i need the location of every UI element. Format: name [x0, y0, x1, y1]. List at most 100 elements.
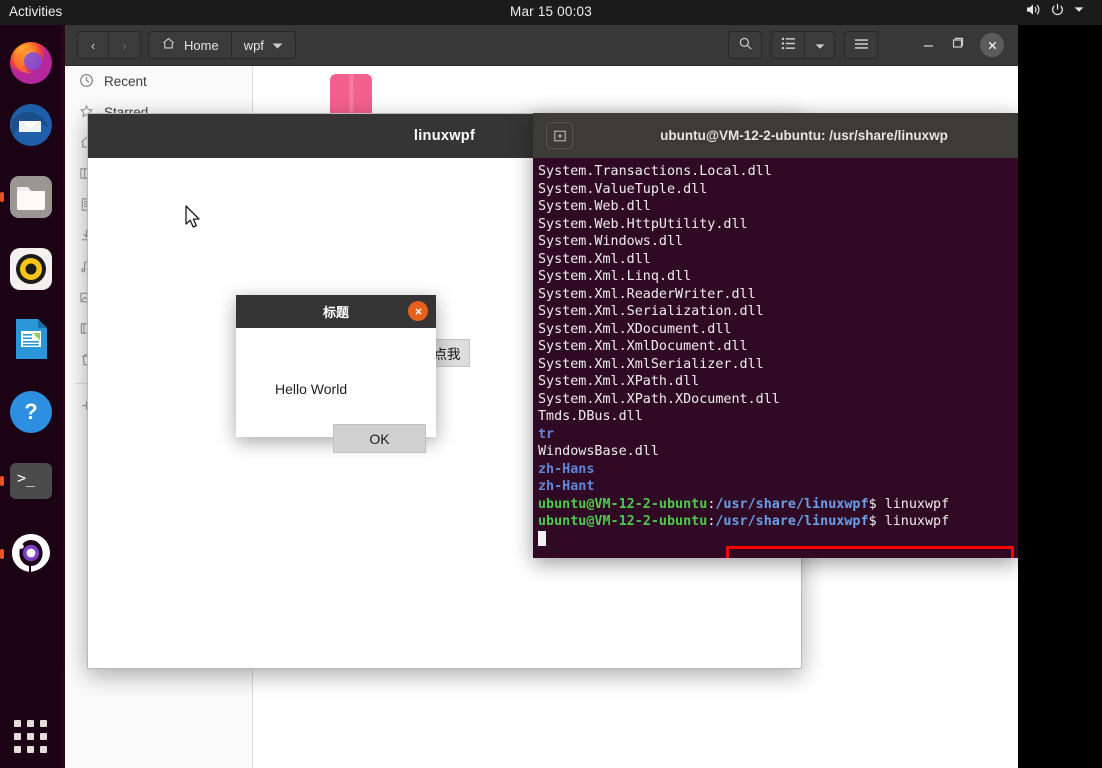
- terminal-line: zh-Hant: [535, 478, 1018, 496]
- search-icon: [738, 36, 753, 54]
- terminal-output[interactable]: System.Transactions.Local.dllSystem.Valu…: [533, 158, 1018, 558]
- chevron-down-icon: [1074, 6, 1084, 13]
- power-icon: [1050, 2, 1065, 17]
- terminal-icon: >_: [7, 457, 55, 505]
- dock-item-thunderbird[interactable]: [7, 101, 55, 149]
- terminal-line: System.Xml.Linq.dll: [535, 268, 1018, 286]
- chevron-down-icon: [272, 38, 283, 53]
- dialog-body: Hello World OK: [236, 328, 436, 437]
- prompt-command: $ linuxwpf: [869, 514, 950, 529]
- close-icon[interactable]: [408, 301, 428, 321]
- clock-icon: [79, 73, 94, 91]
- chevron-down-icon: [815, 38, 825, 53]
- rhythmbox-icon: [7, 245, 55, 293]
- breadcrumb-item-wpf[interactable]: wpf: [232, 31, 296, 59]
- svg-text:?: ?: [24, 399, 37, 424]
- dialog-title: 标题: [323, 302, 349, 321]
- screen: ‹ › Home wpf: [0, 0, 1102, 768]
- ubuntu-software-icon: [7, 530, 55, 578]
- volume-icon: [1025, 2, 1041, 17]
- view-options-dropdown[interactable]: [805, 31, 835, 59]
- prompt-user-host: ubuntu@VM-12-2-ubuntu: [538, 514, 707, 529]
- forward-button[interactable]: ›: [109, 31, 141, 59]
- maximize-button[interactable]: [951, 36, 964, 54]
- terminal-line: System.Xml.XPath.dll: [535, 373, 1018, 391]
- breadcrumb-item-home[interactable]: Home: [148, 31, 232, 59]
- help-icon: ?: [7, 388, 55, 436]
- dock-item-firefox[interactable]: [7, 39, 55, 87]
- firefox-icon: [7, 39, 55, 87]
- hamburger-menu-icon: [854, 38, 869, 53]
- list-view-button[interactable]: [771, 31, 805, 59]
- running-indicator: [0, 549, 4, 559]
- header-tools: [728, 31, 878, 59]
- close-button[interactable]: [980, 33, 1004, 57]
- dock-item-ubuntu-software[interactable]: [7, 530, 55, 578]
- clock-label[interactable]: Mar 15 00:03: [0, 4, 1102, 19]
- terminal-line: System.Web.HttpUtility.dll: [535, 216, 1018, 234]
- prompt-path: /usr/share/linuxwpf: [715, 497, 868, 512]
- running-indicator: [0, 476, 4, 486]
- terminal-line: System.Xml.XDocument.dll: [535, 321, 1018, 339]
- prompt-user-host: ubuntu@VM-12-2-ubuntu: [538, 497, 707, 512]
- terminal-prompt-line: ubuntu@VM-12-2-ubuntu:/usr/share/linuxwp…: [535, 513, 1018, 531]
- file-manager-header: ‹ › Home wpf: [65, 25, 1018, 66]
- view-mode-group: [771, 31, 835, 59]
- file-item[interactable]: [311, 74, 391, 118]
- dock-item-help[interactable]: ?: [7, 388, 55, 436]
- terminal-line: System.ValueTuple.dll: [535, 181, 1018, 199]
- wpf-window-title: linuxwpf: [414, 128, 475, 144]
- breadcrumb-label-home: Home: [184, 38, 219, 53]
- navigation-buttons: ‹ ›: [77, 31, 141, 59]
- sidebar-item-recent[interactable]: Recent: [65, 66, 252, 97]
- dialog-message: Hello World: [275, 381, 347, 397]
- terminal-prompt-line: ubuntu@VM-12-2-ubuntu:/usr/share/linuxwp…: [535, 496, 1018, 514]
- prompt-command: $ linuxwpf: [869, 497, 950, 512]
- libreoffice-writer-icon: [7, 315, 55, 363]
- minimize-button[interactable]: [922, 36, 935, 54]
- dock-item-rhythmbox[interactable]: [7, 245, 55, 293]
- terminal-line: System.Windows.dll: [535, 233, 1018, 251]
- terminal-line: System.Transactions.Local.dll: [535, 163, 1018, 181]
- terminal-line: System.Web.dll: [535, 198, 1018, 216]
- prompt-path: /usr/share/linuxwpf: [715, 514, 868, 529]
- terminal-title-bar: ubuntu@VM-12-2-ubuntu: /usr/share/linuxw…: [533, 113, 1018, 158]
- files-icon: [7, 173, 55, 221]
- terminal-line: zh-Hans: [535, 461, 1018, 479]
- terminal-line: Tmds.DBus.dll: [535, 408, 1018, 426]
- terminal-title: ubuntu@VM-12-2-ubuntu: /usr/share/linuxw…: [590, 128, 1018, 143]
- dialog-title-bar: 标题: [236, 295, 436, 328]
- breadcrumb-label-wpf: wpf: [244, 38, 264, 53]
- running-indicator: [0, 192, 4, 202]
- terminal-cursor: [535, 531, 1018, 550]
- dock: ? >_: [0, 25, 62, 768]
- terminal-line: tr: [535, 426, 1018, 444]
- message-dialog: 标题 Hello World OK: [236, 295, 436, 437]
- terminal-line: System.Xml.XmlSerializer.dll: [535, 356, 1018, 374]
- system-tray[interactable]: [1025, 2, 1084, 17]
- terminal-line: WindowsBase.dll: [535, 443, 1018, 461]
- terminal-line: System.Xml.XPath.XDocument.dll: [535, 391, 1018, 409]
- dock-item-libreoffice-writer[interactable]: [7, 315, 55, 363]
- dock-item-files[interactable]: [7, 173, 55, 221]
- sidebar-label-recent: Recent: [104, 74, 147, 89]
- mouse-cursor: [185, 205, 202, 235]
- top-bar: Activities Mar 15 00:03: [0, 0, 1102, 25]
- terminal-window: ubuntu@VM-12-2-ubuntu: /usr/share/linuxw…: [533, 113, 1018, 558]
- dock-item-terminal[interactable]: >_: [7, 457, 55, 505]
- back-button[interactable]: ‹: [77, 31, 109, 59]
- new-tab-icon[interactable]: [546, 122, 573, 149]
- dialog-ok-button[interactable]: OK: [333, 424, 426, 453]
- terminal-line: System.Xml.Serialization.dll: [535, 303, 1018, 321]
- show-applications-button[interactable]: [14, 720, 48, 754]
- main-menu-button[interactable]: [844, 31, 878, 59]
- svg-text:>_: >_: [17, 469, 36, 487]
- breadcrumb: Home wpf: [148, 31, 296, 59]
- search-button[interactable]: [728, 31, 762, 59]
- window-controls: [922, 33, 1004, 57]
- pink-archive-icon: [330, 74, 372, 118]
- terminal-line: System.Xml.XmlDocument.dll: [535, 338, 1018, 356]
- thunderbird-icon: [7, 101, 55, 149]
- terminal-line: System.Xml.ReaderWriter.dll: [535, 286, 1018, 304]
- home-icon: [161, 36, 176, 54]
